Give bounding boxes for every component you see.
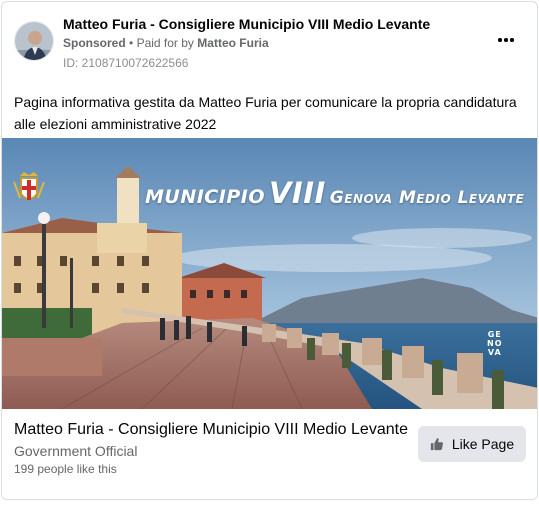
sponsored-line: Sponsored • Paid for by Matteo Furia <box>63 36 269 50</box>
ad-image[interactable]: MUNICIPIO VIII Genova Medio Levante GE NO … <box>2 138 537 409</box>
more-options-button[interactable] <box>493 30 519 50</box>
ad-body-text: Pagina informativa gestita da Matteo Fur… <box>14 94 517 132</box>
banner-word-genova: Genova Medio Levante <box>329 188 525 208</box>
banner-word-municipio: MUNICIPIO <box>145 186 265 208</box>
page-category: Government Official <box>14 443 138 459</box>
logo-mark-line: VA <box>487 348 502 357</box>
ad-card: Matteo Furia - Consigliere Municipio VII… <box>1 1 538 500</box>
paid-for-by-label: Paid for by <box>136 36 194 50</box>
ad-header: Matteo Furia - Consigliere Municipio VII… <box>2 2 537 82</box>
genova-logo-mark: GE NO VA <box>487 330 503 357</box>
municipio-banner-text: MUNICIPIO VIII Genova Medio Levante <box>145 176 524 210</box>
logo-mark-line: NO <box>487 339 503 348</box>
separator: • <box>129 36 134 50</box>
more-options-icon-dot <box>510 38 514 42</box>
genoa-crest-icon <box>12 172 46 208</box>
banner-word-viii: VIII <box>268 176 326 210</box>
ad-footer: Matteo Furia - Consigliere Municipio VII… <box>2 409 537 499</box>
avatar[interactable] <box>14 21 54 61</box>
like-page-button[interactable]: Like Page <box>418 426 526 462</box>
logo-mark-line: GE <box>487 330 502 339</box>
more-options-icon <box>498 38 502 42</box>
ad-id: ID: 2108710072622566 <box>63 56 189 70</box>
payer-name[interactable]: Matteo Furia <box>197 36 268 50</box>
more-options-icon-dot <box>504 38 508 42</box>
page-like-count: 199 people like this <box>14 462 117 476</box>
sponsored-label: Sponsored <box>63 36 126 50</box>
thumbs-up-icon <box>430 438 443 451</box>
like-page-label: Like Page <box>451 436 515 452</box>
footer-page-title[interactable]: Matteo Furia - Consigliere Municipio VII… <box>14 421 408 439</box>
page-name[interactable]: Matteo Furia - Consigliere Municipio VII… <box>63 16 430 32</box>
